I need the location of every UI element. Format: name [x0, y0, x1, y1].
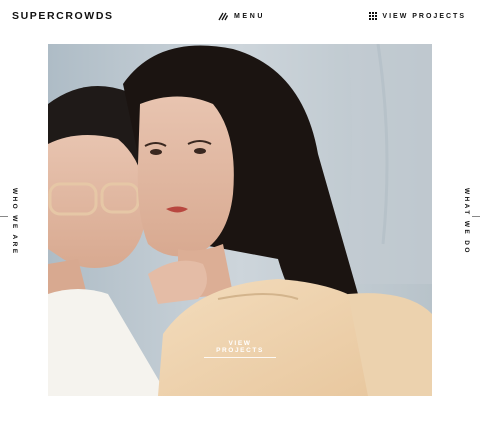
view-projects-label: VIEW PROJECTS — [382, 12, 466, 20]
right-nav-tick — [472, 216, 480, 217]
menu-label: MENU — [234, 12, 266, 20]
view-projects-link[interactable]: VIEW PROJECTS — [369, 9, 466, 23]
grid-dots-icon — [369, 12, 378, 20]
who-we-are-link[interactable]: WHO WE ARE — [10, 188, 18, 255]
what-we-do-link[interactable]: WHAT WE DO — [462, 188, 470, 255]
menu-button[interactable]: MENU — [218, 9, 265, 23]
hero-image: VIEW PROJECTS — [48, 44, 432, 396]
logo[interactable]: SUPERCROWDS — [12, 9, 114, 23]
left-nav-tick — [0, 216, 8, 217]
hero-view-projects-button[interactable]: VIEW PROJECTS — [204, 340, 276, 358]
slash-lines-icon — [218, 12, 228, 21]
